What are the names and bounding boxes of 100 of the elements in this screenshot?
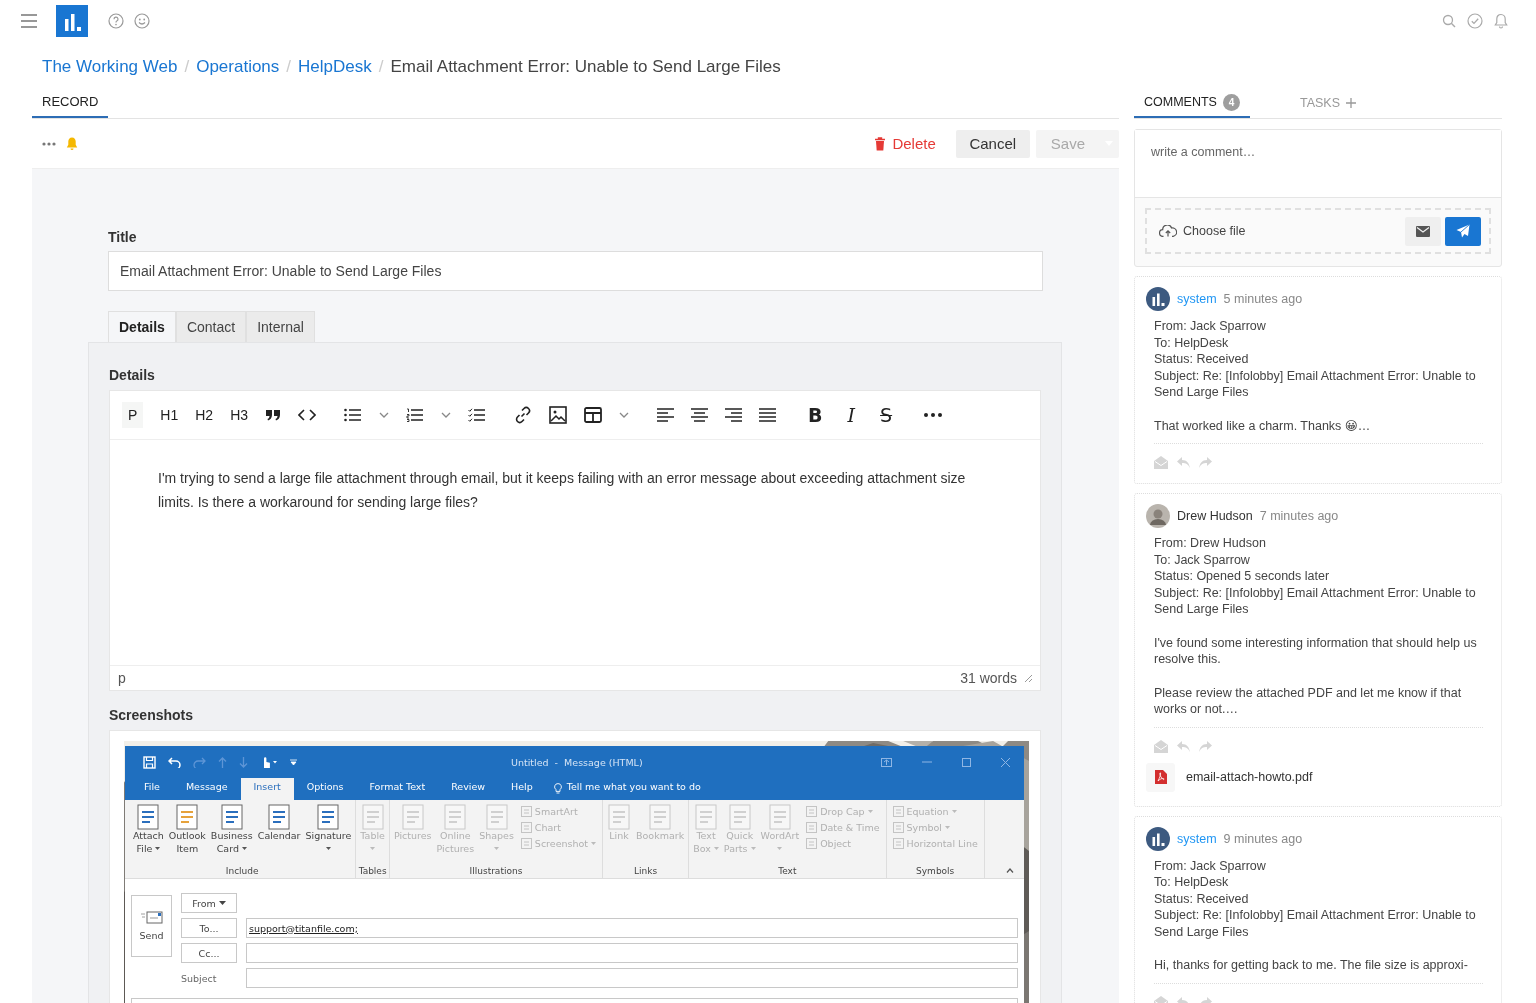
save-icon[interactable] [143, 755, 156, 769]
ribbon-tab[interactable]: Message [172, 778, 241, 800]
record-tab[interactable]: RECORD [32, 88, 109, 118]
format-button[interactable]: H1 [160, 402, 179, 428]
text-style-button[interactable]: B [804, 404, 827, 426]
reply-icon[interactable] [1177, 457, 1190, 468]
bell-icon[interactable] [66, 136, 78, 151]
ribbon-group-label: Links [633, 866, 659, 878]
ribbon-button[interactable]: Outlook Item [166, 804, 208, 866]
chevron-up-icon[interactable] [1006, 868, 1014, 873]
align-center-icon[interactable] [691, 408, 709, 422]
comment-author[interactable]: system [1177, 292, 1217, 306]
panel-tab[interactable]: TASKS [1289, 88, 1366, 118]
lightbulb-icon [553, 783, 562, 794]
cc-field[interactable] [246, 943, 1018, 963]
form-tab[interactable]: Internal [246, 311, 315, 342]
breadcrumb-link[interactable]: HelpDesk [298, 57, 372, 77]
numbered-list-icon[interactable] [406, 408, 425, 422]
to-button[interactable]: To... [181, 918, 237, 938]
customize-icon[interactable] [290, 758, 297, 766]
delete-button[interactable]: Delete [860, 129, 950, 158]
chevron-down-icon[interactable] [441, 412, 452, 418]
ribbon-tab[interactable]: Review [438, 778, 499, 800]
justify-icon[interactable] [759, 408, 777, 422]
forward-icon[interactable] [1199, 457, 1212, 468]
form-tab[interactable]: Details [108, 311, 176, 342]
code-icon[interactable] [298, 409, 317, 421]
cc-button[interactable]: Cc... [181, 943, 237, 963]
ribbon-tab[interactable]: Format Text [356, 778, 439, 800]
link-icon[interactable] [514, 406, 533, 424]
reply-icon[interactable] [1177, 740, 1190, 752]
editor-text: I'm trying to send a large file attachment through email, but it keeps failing with an error message about exceeding attachment size limits. Is there a workaround for sending large files? [158, 469, 967, 512]
from-button[interactable]: From [181, 893, 237, 913]
email-button[interactable] [1405, 216, 1441, 246]
text-style-button[interactable]: I [843, 404, 860, 426]
document-icon [267, 804, 292, 830]
file-drop-zone[interactable]: Choose file [1145, 208, 1491, 254]
ribbon-tab[interactable]: Insert [240, 778, 294, 800]
document-icon [607, 804, 632, 830]
envelope-open-icon[interactable] [1154, 456, 1168, 469]
maximize-icon[interactable] [962, 757, 971, 767]
comment-field[interactable]: write a comment… [1135, 130, 1501, 198]
ribbon-tab[interactable]: File [131, 778, 173, 800]
tile-icon [520, 822, 532, 833]
redo-icon[interactable] [193, 756, 206, 768]
send-button[interactable] [1445, 216, 1481, 246]
to-field[interactable]: support@titanfile.com; [246, 918, 1018, 938]
choose-file-label[interactable]: Choose file [1183, 224, 1246, 238]
comment-text: I've found some interesting information that should help us resolve this. [1154, 634, 1478, 668]
chevron-down-icon[interactable] [379, 412, 390, 418]
window-title: Untitled - Message (HTML) [511, 756, 643, 768]
undo-icon[interactable] [168, 756, 181, 768]
format-button[interactable]: P [122, 402, 144, 428]
breadcrumb-separator: / [378, 57, 384, 77]
breadcrumb-link[interactable]: The Working Web [42, 57, 178, 77]
text-style-button[interactable]: S [876, 404, 897, 426]
chevron-down-icon[interactable] [619, 412, 630, 418]
check-circle-icon[interactable] [1467, 13, 1483, 29]
bell-icon[interactable] [1494, 13, 1508, 29]
subject-field[interactable] [246, 968, 1018, 988]
smiley-icon[interactable] [134, 13, 150, 29]
ribbon-display-icon[interactable] [881, 757, 892, 767]
ribbon-tab[interactable]: Help [498, 778, 546, 800]
align-right-icon[interactable] [725, 408, 743, 422]
arrow-up-icon[interactable] [218, 756, 227, 768]
tile-icon [520, 838, 532, 849]
envelope-open-icon[interactable] [1154, 739, 1168, 753]
breadcrumb-link[interactable]: Operations [196, 57, 280, 77]
arrow-down-icon[interactable] [239, 756, 248, 768]
ribbon-button[interactable]: Attach File [131, 804, 166, 866]
more-icon[interactable] [924, 413, 943, 417]
checklist-icon[interactable] [468, 408, 487, 422]
cancel-button[interactable]: Cancel [955, 129, 1030, 158]
comment-author[interactable]: Drew Hudson [1177, 509, 1253, 523]
attachment-link[interactable]: email-attach-howto.pdf [1186, 770, 1313, 784]
ribbon-button[interactable]: Business Card [208, 804, 255, 866]
ribbon-tab[interactable]: Options [293, 778, 357, 800]
format-button[interactable]: H3 [230, 402, 249, 428]
help-icon[interactable] [108, 13, 124, 29]
bullet-list-icon[interactable] [344, 408, 363, 422]
comment-author[interactable]: system [1177, 831, 1217, 846]
menu-icon[interactable] [20, 14, 38, 28]
send-button[interactable]: Send [131, 895, 172, 957]
title-field[interactable]: Email Attachment Error: Unable to Send Large Files [108, 251, 1043, 291]
image-icon[interactable] [549, 406, 568, 424]
align-left-icon[interactable] [657, 408, 675, 422]
panel-tab[interactable]: COMMENTS 4 [1134, 88, 1250, 118]
table-icon[interactable] [584, 407, 603, 423]
quote-icon[interactable] [265, 409, 282, 421]
resize-handle-icon[interactable] [1024, 674, 1032, 682]
form-tab[interactable]: Contact [175, 311, 247, 342]
forward-icon[interactable] [1199, 740, 1212, 752]
ribbon-button[interactable]: Calendar [255, 804, 303, 866]
format-button[interactable]: H2 [195, 402, 214, 428]
close-icon[interactable] [1001, 757, 1010, 767]
search-icon[interactable] [1442, 14, 1456, 28]
paper-plane-icon [1456, 224, 1470, 238]
ribbon-button[interactable]: Signature [303, 804, 354, 866]
tell-me-field[interactable]: Tell me what you want to do [566, 778, 701, 800]
logo-icon[interactable] [56, 5, 88, 37]
